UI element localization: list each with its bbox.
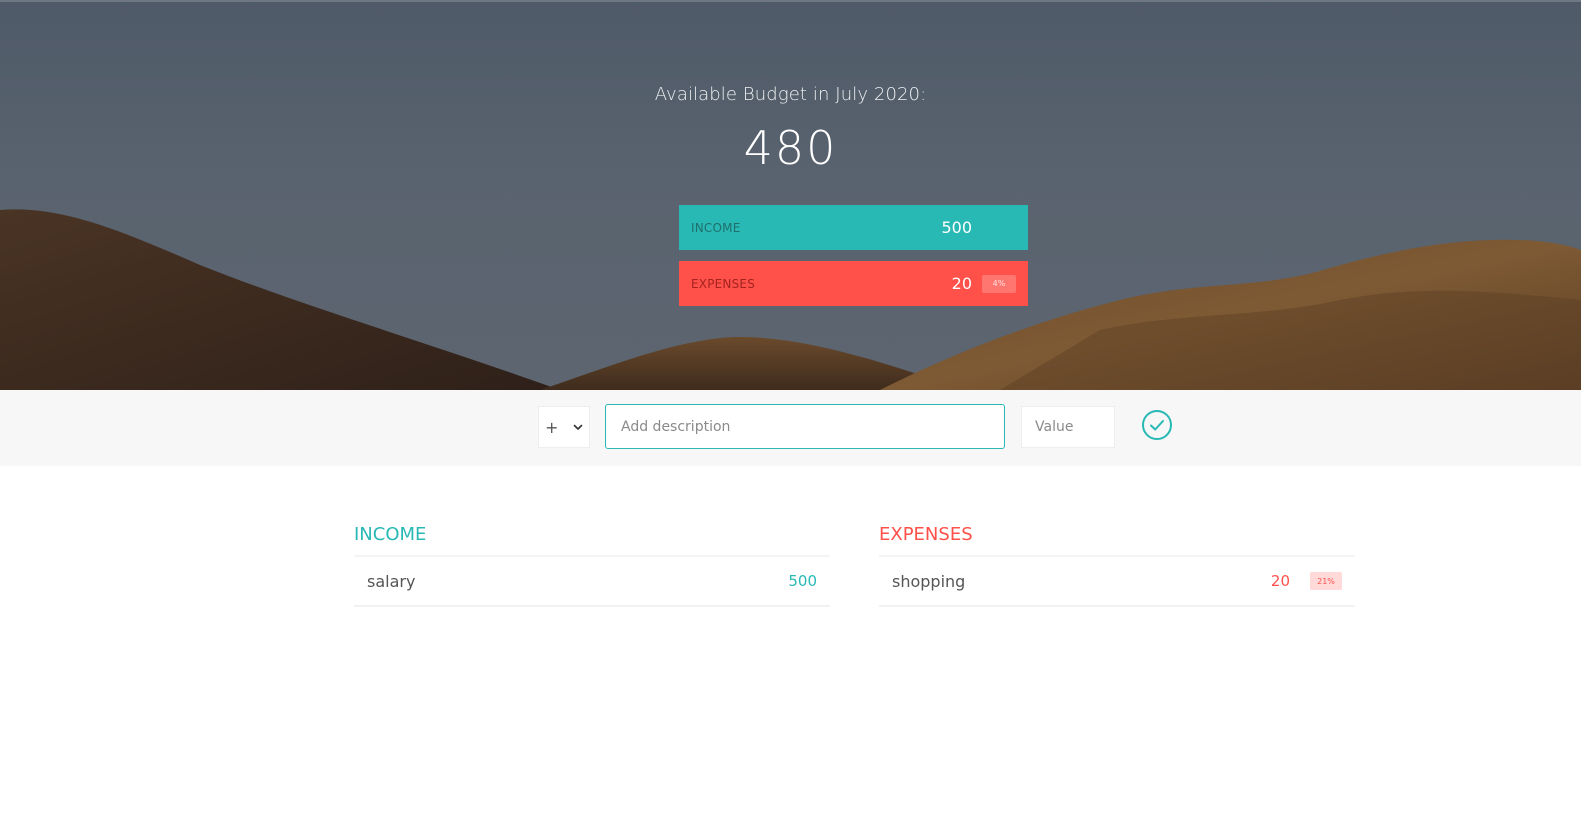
- chevron-down-icon: [573, 424, 583, 430]
- item-percentage-badge: 21%: [1310, 572, 1342, 590]
- income-summary: INCOME 500: [679, 205, 1028, 250]
- expenses-percentage-badge: 4%: [982, 274, 1016, 293]
- type-select[interactable]: +: [538, 406, 590, 448]
- check-circle-icon[interactable]: [1141, 409, 1173, 441]
- expenses-list-title: EXPENSES: [879, 524, 1355, 557]
- expenses-summary-label: EXPENSES: [691, 276, 756, 291]
- budget-value: 480: [743, 121, 838, 175]
- budget-header: Available Budget in July 2020: 480 INCOM…: [0, 0, 1581, 390]
- description-input[interactable]: [605, 404, 1005, 449]
- income-summary-value: 500: [941, 218, 972, 237]
- item-value: 500: [788, 572, 817, 590]
- budget-title: Available Budget in July 2020:: [654, 84, 927, 105]
- budget-display: Available Budget in July 2020: 480: [0, 84, 1581, 175]
- list-item[interactable]: salary 500: [354, 557, 830, 607]
- item-description: shopping: [892, 571, 966, 591]
- mountains-background: [0, 209, 1581, 390]
- income-list: INCOME salary 500: [354, 524, 830, 607]
- add-item-bar: +: [0, 390, 1581, 466]
- type-select-value: +: [545, 417, 559, 437]
- expenses-list: EXPENSES shopping 20 21%: [879, 524, 1355, 607]
- income-list-title: INCOME: [354, 524, 830, 557]
- value-input[interactable]: [1021, 406, 1115, 448]
- item-value: 20: [1270, 572, 1290, 590]
- list-item[interactable]: shopping 20 21%: [879, 557, 1355, 607]
- expenses-summary: EXPENSES 20 4%: [679, 261, 1028, 306]
- item-description: salary: [367, 571, 416, 591]
- expenses-summary-value: 20: [951, 274, 972, 293]
- income-summary-label: INCOME: [691, 220, 741, 235]
